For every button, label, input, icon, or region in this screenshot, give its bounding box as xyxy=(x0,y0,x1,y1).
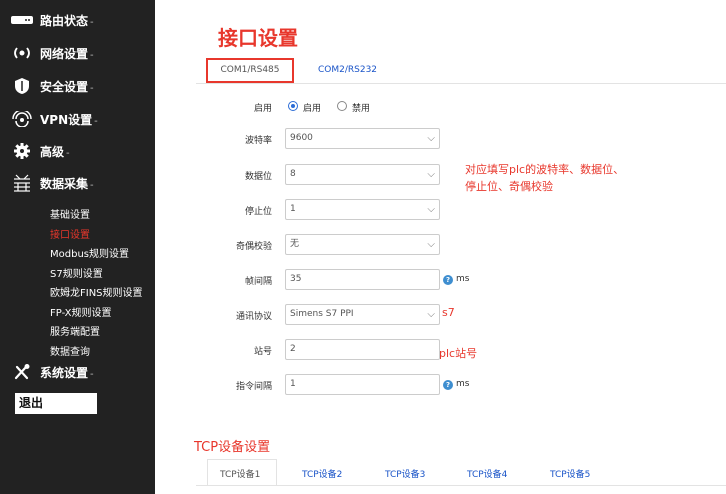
frame-interval-input[interactable]: 35 xyxy=(285,269,440,290)
command-interval-input[interactable]: 1 xyxy=(285,374,440,395)
baud-rate-select[interactable]: 9600 ⌵ xyxy=(285,128,440,149)
parity-value: 无 xyxy=(290,239,300,249)
data-bits-select[interactable]: 8 ⌵ xyxy=(285,164,440,185)
protocol-select[interactable]: Simens S7 PPI ⌵ xyxy=(285,304,440,325)
menu-label-router-status: 路由状态 - xyxy=(40,13,94,28)
tab-tcp-device-5[interactable]: TCP设备5 xyxy=(550,467,590,480)
menu-label-advanced: 高级 - xyxy=(40,144,70,159)
data-bits-value: 8 xyxy=(290,169,296,179)
tcp-tabs-divider xyxy=(196,485,726,486)
page-title: 接口设置 xyxy=(218,26,298,50)
submenu-basic-settings[interactable]: 基础设置 xyxy=(50,206,90,221)
enable-radio-off-label: 禁用 xyxy=(352,104,371,114)
gear-icon xyxy=(10,141,34,161)
tab-com2-rs232[interactable]: COM2/RS232 xyxy=(318,65,377,75)
frame-interval-unit: ms xyxy=(456,274,470,284)
menu-vpn-settings[interactable]: VPN设置 - xyxy=(10,107,98,131)
station-number-value: 2 xyxy=(290,344,296,354)
data-collection-icon xyxy=(10,173,34,193)
submenu-server-config[interactable]: 服务端配置 xyxy=(50,323,100,338)
menu-router-status[interactable]: 路由状态 - xyxy=(10,8,94,32)
tab-com1-rs485[interactable]: COM1/RS485 xyxy=(206,58,294,83)
chevron-down-icon: ⌵ xyxy=(427,239,435,250)
wrench-icon xyxy=(10,362,34,382)
frame-interval-label: 帧间隔 xyxy=(244,277,272,287)
sidebar: 路由状态 - 网络设置 - 安全设置 - VPN设置 - 高级 - 数据采集 -… xyxy=(0,0,155,494)
submenu-omron-fins-rules[interactable]: 欧姆龙FINS规则设置 xyxy=(50,284,143,299)
enable-radio-on[interactable] xyxy=(288,101,298,111)
menu-data-collection[interactable]: 数据采集 - xyxy=(10,171,94,195)
tcp-section-title: TCP设备设置 xyxy=(194,440,271,455)
annotation-station: plc站号 xyxy=(439,347,478,360)
app-root: 路由状态 - 网络设置 - 安全设置 - VPN设置 - 高级 - 数据采集 -… xyxy=(0,0,726,494)
command-interval-value: 1 xyxy=(290,379,296,389)
logout-button[interactable]: 退出 xyxy=(15,393,97,414)
stop-bits-value: 1 xyxy=(290,204,296,214)
station-number-label: 站号 xyxy=(253,347,272,357)
parity-select[interactable]: 无 ⌵ xyxy=(285,234,440,255)
menu-label-security-settings: 安全设置 - xyxy=(40,79,94,94)
submenu-fpx-rules[interactable]: FP-X规则设置 xyxy=(50,304,112,319)
annotation-serial-params-line1: 对应填写plc的波特率、数据位、 xyxy=(465,163,625,176)
tab-tcp-device-1[interactable]: TCP设备1 xyxy=(220,467,260,480)
menu-advanced[interactable]: 高级 - xyxy=(10,139,70,163)
data-bits-label: 数据位 xyxy=(244,172,272,182)
enable-label: 启用 xyxy=(253,104,272,114)
annotation-serial-params-line2: 停止位、奇偶校验 xyxy=(465,180,553,193)
menu-system-settings[interactable]: 系统设置 - xyxy=(10,360,94,384)
router-icon xyxy=(10,10,34,30)
help-icon[interactable]: ? xyxy=(443,380,453,390)
baud-rate-value: 9600 xyxy=(290,133,313,143)
enable-radio-on-label: 启用 xyxy=(303,104,322,114)
enable-radio-off[interactable] xyxy=(337,101,347,111)
stop-bits-label: 停止位 xyxy=(244,207,272,217)
submenu-data-query[interactable]: 数据查询 xyxy=(50,343,90,358)
shield-icon xyxy=(10,76,34,96)
submenu-s7-rules[interactable]: S7规则设置 xyxy=(50,265,103,280)
command-interval-label: 指令间隔 xyxy=(235,382,272,392)
chevron-down-icon: ⌵ xyxy=(427,309,435,320)
help-icon[interactable]: ? xyxy=(443,275,453,285)
submenu-interface-settings[interactable]: 接口设置 xyxy=(50,226,90,241)
annotation-protocol: s7 xyxy=(442,306,455,319)
menu-label-data-collection: 数据采集 - xyxy=(40,176,94,191)
frame-interval-value: 35 xyxy=(290,274,302,284)
network-icon xyxy=(10,43,34,63)
wifi-icon xyxy=(10,109,34,129)
tab-tcp-device-2[interactable]: TCP设备2 xyxy=(302,467,342,480)
stop-bits-select[interactable]: 1 ⌵ xyxy=(285,199,440,220)
menu-security-settings[interactable]: 安全设置 - xyxy=(10,74,94,98)
submenu-modbus-rules[interactable]: Modbus规则设置 xyxy=(50,245,129,260)
protocol-value: Simens S7 PPI xyxy=(290,309,354,319)
baud-rate-label: 波特率 xyxy=(244,136,272,146)
tabs-divider xyxy=(196,83,726,84)
menu-label-vpn-settings: VPN设置 - xyxy=(40,112,98,127)
menu-network-settings[interactable]: 网络设置 - xyxy=(10,41,94,65)
tab-tcp-device-4[interactable]: TCP设备4 xyxy=(467,467,507,480)
station-number-input[interactable]: 2 xyxy=(285,339,440,360)
chevron-down-icon: ⌵ xyxy=(427,133,435,144)
chevron-down-icon: ⌵ xyxy=(427,204,435,215)
menu-label-system-settings: 系统设置 - xyxy=(40,365,94,380)
tab-tcp-device-3[interactable]: TCP设备3 xyxy=(385,467,425,480)
chevron-down-icon: ⌵ xyxy=(427,169,435,180)
menu-label-network-settings: 网络设置 - xyxy=(40,46,94,61)
protocol-label: 通讯协议 xyxy=(235,312,272,322)
parity-label: 奇偶校验 xyxy=(235,242,272,252)
command-interval-unit: ms xyxy=(456,379,470,389)
